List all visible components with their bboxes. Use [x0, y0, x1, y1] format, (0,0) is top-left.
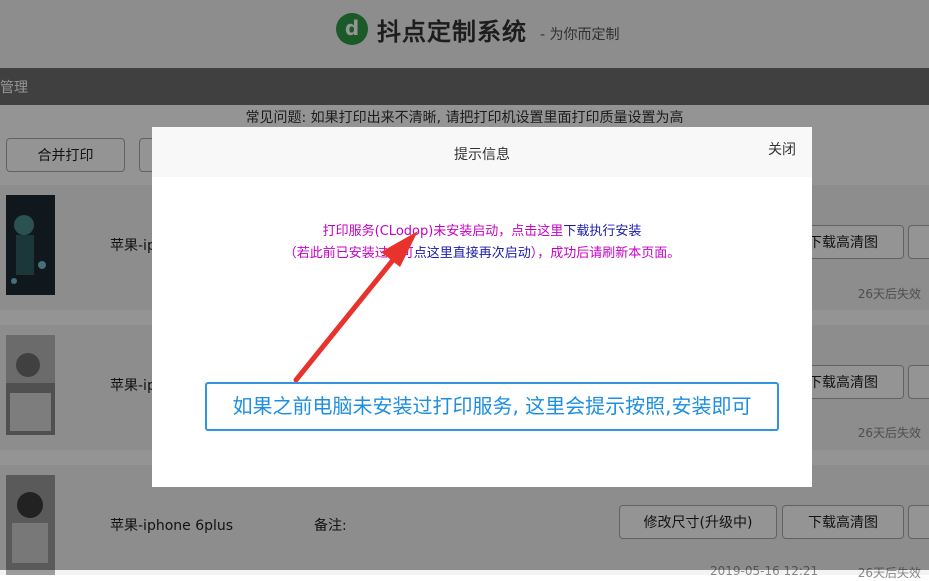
annotation-callout: 如果之前电脑未安装过打印服务, 这里会提示按照,安装即可 — [205, 382, 779, 431]
annotation-arrow-icon — [293, 231, 418, 383]
